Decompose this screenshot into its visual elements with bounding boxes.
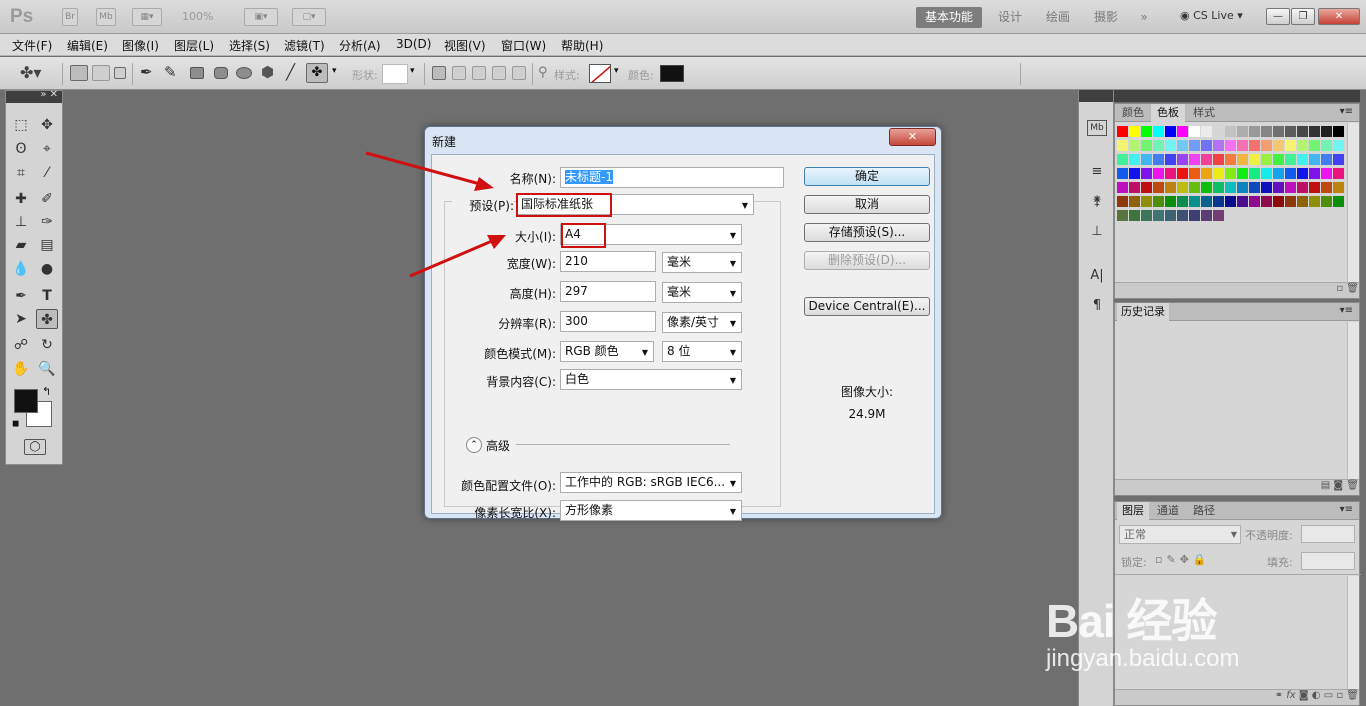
arrow-to-preset: [365, 151, 494, 191]
baidu-watermark-url: jingyan.baidu.com: [1046, 645, 1240, 672]
foreground-color-swatch[interactable]: [14, 389, 38, 413]
baidu-watermark-logo: Bai 经验: [1046, 595, 1217, 647]
arrow-to-size: [409, 235, 506, 278]
